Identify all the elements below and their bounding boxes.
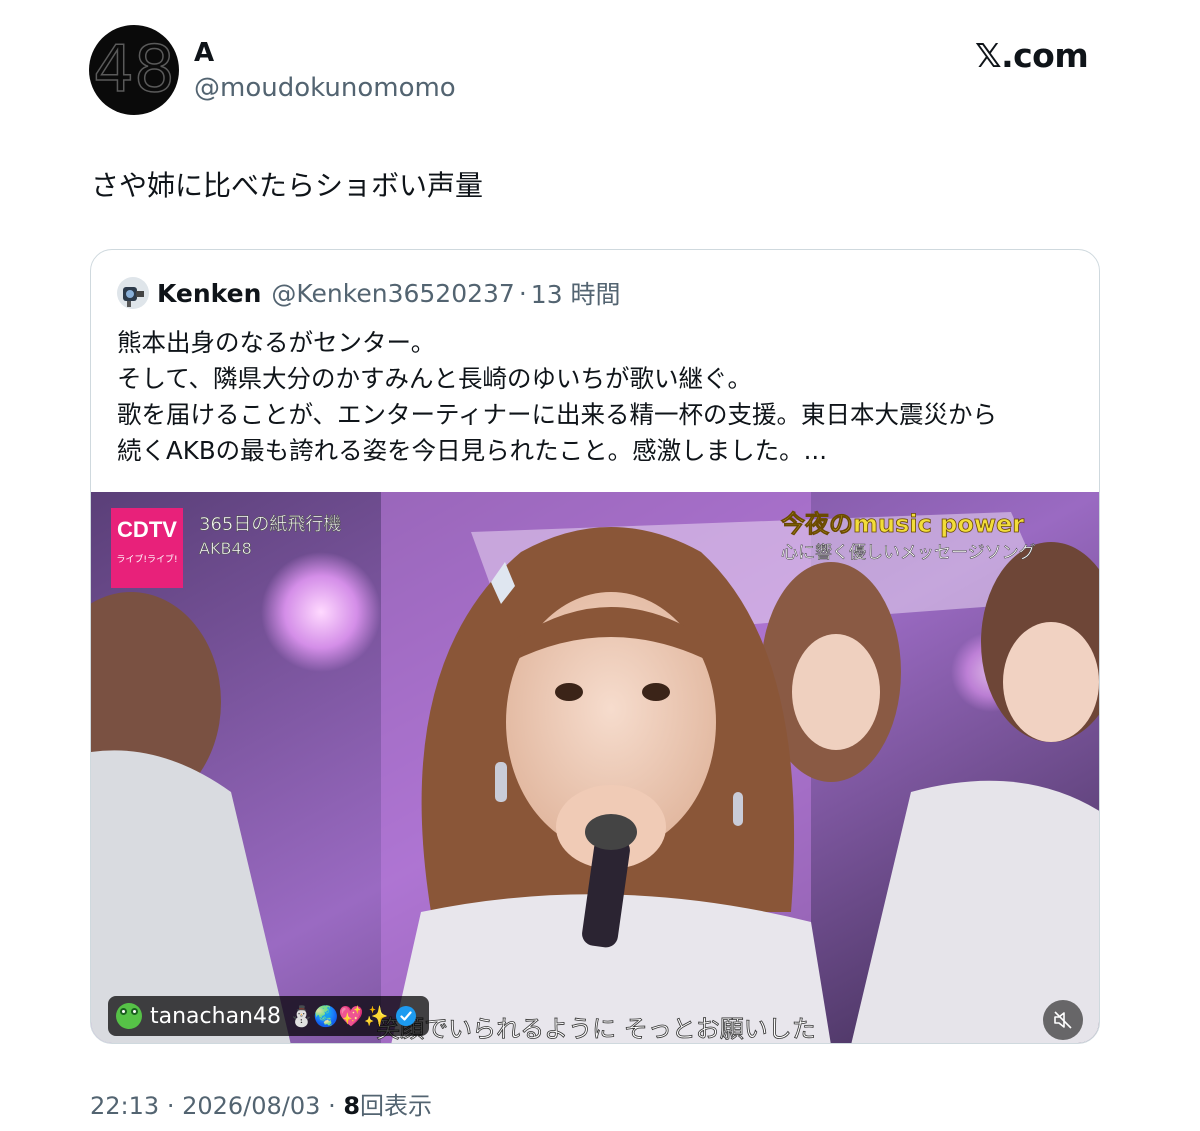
quoted-tweet-text: 熊本出身のなるがセンター。そして、隣県大分のかすみんと長崎のゆいちが歌い継ぐ。歌… [117, 325, 1087, 469]
verified-badge-icon [395, 1006, 416, 1026]
song-title-overlay: 365日の紙飛行機 [199, 514, 341, 535]
author-avatar[interactable]: 48 [89, 25, 179, 115]
channel-tag[interactable]: tanachan48 ⛄🌏💖✨ [108, 996, 429, 1036]
quoted-separator: · [518, 278, 527, 308]
video-subtitle: 笑顔でいられるように そっとお願いした [376, 1015, 816, 1043]
mute-button[interactable] [1043, 1000, 1083, 1040]
quoted-video[interactable]: CDTV ライブ!ライブ! 365日の紙飛行機 AKB48 今夜のmusic p… [91, 492, 1099, 1043]
tweet-time[interactable]: 22:13 [90, 1092, 159, 1120]
svg-text:CDTV: CDTV [117, 517, 177, 542]
quoted-author-avatar[interactable] [117, 277, 149, 309]
quoted-text-line: 続くAKBの最も誇れる姿を今日見られたこと。感激しました。... [117, 436, 827, 465]
quoted-text-line: 熊本出身のなるがセンター。 [117, 328, 436, 357]
meta-separator: · [166, 1092, 175, 1120]
tweet-text: さや姉に比べたらショボい声量 [91, 169, 484, 202]
corner-title-overlay: 今夜のmusic power [781, 510, 1024, 538]
tweet-date[interactable]: 2026/08/03 [182, 1092, 320, 1120]
svg-text:ライブ!ライブ!: ライブ!ライブ! [116, 553, 177, 565]
corner-subtitle-overlay: 心に響く優しいメッセージソング [781, 543, 1036, 563]
quoted-text-line: 歌を届けることが、エンターティナーに出来る精一杯の支援。東日本大震災から [117, 400, 998, 429]
muted-speaker-icon [1054, 1011, 1072, 1029]
artist-overlay: AKB48 [199, 539, 252, 558]
tweet-page: 48 A @moudokunomomo 𝕏.com さや姉に比べたらショボい声量… [0, 0, 1200, 1131]
avatar-48-logo: 48 [93, 32, 176, 108]
quoted-tweet-header: Kenken @Kenken36520237 · 13 時間 [117, 277, 621, 309]
video-frame: CDTV ライブ!ライブ! 365日の紙飛行機 AKB48 今夜のmusic p… [91, 492, 1099, 1043]
camera-avatar-icon [117, 277, 149, 309]
svg-text:48: 48 [93, 33, 174, 107]
cdtv-logo: CDTV ライブ!ライブ! [111, 508, 183, 588]
views-label: 回表示 [360, 1092, 433, 1120]
channel-emojis: ⛄🌏💖✨ [289, 1004, 389, 1028]
quoted-tweet-card[interactable]: Kenken @Kenken36520237 · 13 時間 熊本出身のなるがセ… [90, 249, 1100, 1044]
quoted-timestamp[interactable]: 13 時間 [531, 275, 621, 311]
meta-separator: · [328, 1092, 336, 1120]
brand-label: 𝕏.com [975, 36, 1089, 75]
view-count: 8 [343, 1092, 361, 1120]
quoted-display-name[interactable]: Kenken [157, 279, 261, 308]
frog-avatar-icon [116, 1003, 142, 1029]
quoted-handle[interactable]: @Kenken36520237 [271, 279, 514, 308]
quoted-text-line: そして、隣県大分のかすみんと長崎のゆいちが歌い継ぐ。 [117, 364, 753, 393]
channel-name: tanachan48 [150, 1003, 281, 1029]
site-brand[interactable]: 𝕏.com [975, 36, 1089, 76]
author-display-name[interactable]: A [194, 38, 214, 68]
tweet-meta: 22:13 · 2026/08/03 · 8回表示 [90, 1090, 432, 1122]
author-handle[interactable]: @moudokunomomo [194, 73, 456, 103]
